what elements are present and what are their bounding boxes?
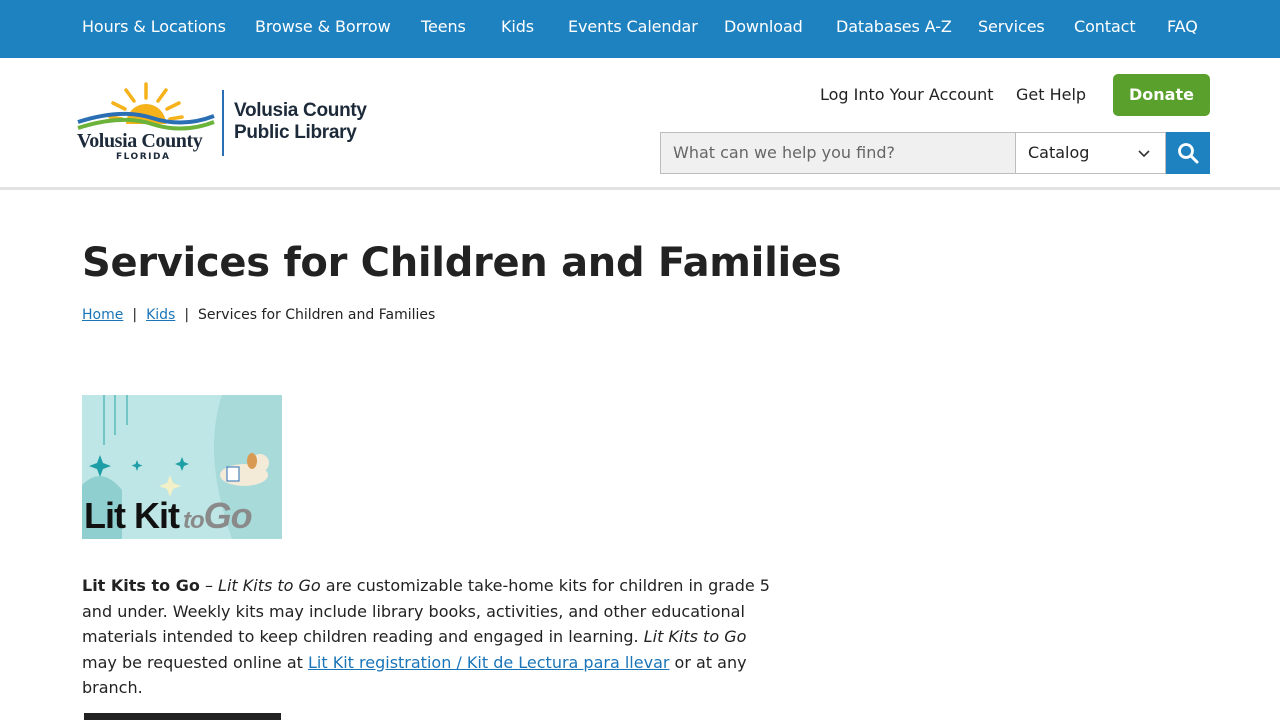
breadcrumb: Home | Kids | Services for Children and Fami… [82, 307, 435, 323]
nav-kids[interactable]: Kids [501, 17, 534, 36]
nav-browse-borrow[interactable]: Browse & Borrow [255, 17, 391, 36]
dash-text: – [199, 576, 219, 595]
go-word: Go [203, 495, 253, 536]
search-icon [1178, 143, 1199, 164]
nav-hours-locations[interactable]: Hours & Locations [82, 17, 226, 36]
breadcrumb-separator: | [184, 307, 190, 323]
login-link[interactable]: Log Into Your Account [820, 85, 994, 104]
logo-state-text: FLORIDA [116, 152, 171, 162]
nav-faq[interactable]: FAQ [1167, 17, 1198, 36]
nav-events-calendar[interactable]: Events Calendar [568, 17, 698, 36]
breadcrumb-current: Services for Children and Families [198, 307, 436, 323]
nav-download[interactable]: Download [724, 17, 803, 36]
logo-library-line2: Public Library [234, 122, 357, 143]
breadcrumb-separator: | [132, 307, 138, 323]
lit-kit-logo-text: Lit Kit toGo [84, 495, 253, 537]
site-header: Volusia County FLORIDA Volusia County Pu… [0, 58, 1280, 190]
breadcrumb-home[interactable]: Home [82, 307, 123, 323]
lit-kits-description: Lit Kits to Go – Lit Kits to Go are cust… [82, 573, 782, 701]
search-scope-select[interactable]: Catalog [1015, 132, 1166, 174]
lit-kit-promo-image: Lit Kit toGo [82, 395, 282, 539]
breadcrumb-kids[interactable]: Kids [146, 307, 175, 323]
nav-contact[interactable]: Contact [1074, 17, 1136, 36]
logo-county-text: Volusia County [77, 130, 203, 152]
to-word: to [182, 507, 205, 534]
lit-kits-name: Lit Kits to Go [643, 627, 747, 646]
sun-icon [77, 82, 215, 131]
donate-button[interactable]: Donate [1113, 74, 1210, 116]
lit-kits-name: Lit Kits to Go [218, 576, 321, 595]
search-scope-value: Catalog [1028, 143, 1090, 162]
nav-services[interactable]: Services [978, 17, 1045, 36]
next-promo-image [84, 713, 281, 720]
logo-divider [222, 90, 224, 156]
lit-kits-heading: Lit Kits to Go [82, 576, 200, 595]
logo-library-line1: Volusia County [234, 100, 367, 121]
nav-teens[interactable]: Teens [421, 17, 466, 36]
chevron-down-icon [1138, 150, 1150, 158]
lit-kit-word: Lit Kit [84, 495, 180, 536]
county-logo: Volusia County FLORIDA [76, 82, 216, 164]
search-button[interactable] [1166, 132, 1210, 174]
description-text: may be requested online at [82, 652, 308, 672]
lit-kit-registration-link[interactable]: Lit Kit registration / Kit de Lectura pa… [308, 653, 669, 672]
search-input[interactable]: What can we help you find? [660, 132, 1016, 174]
nav-databases[interactable]: Databases A-Z [836, 17, 952, 36]
logo-library-name: Volusia County Public Library [234, 100, 367, 144]
page-title: Services for Children and Families [82, 240, 842, 286]
library-logo[interactable]: Volusia County FLORIDA Volusia County Pu… [76, 82, 376, 164]
get-help-link[interactable]: Get Help [1016, 85, 1086, 104]
top-navigation: Hours & Locations Browse & Borrow Teens … [0, 0, 1280, 58]
